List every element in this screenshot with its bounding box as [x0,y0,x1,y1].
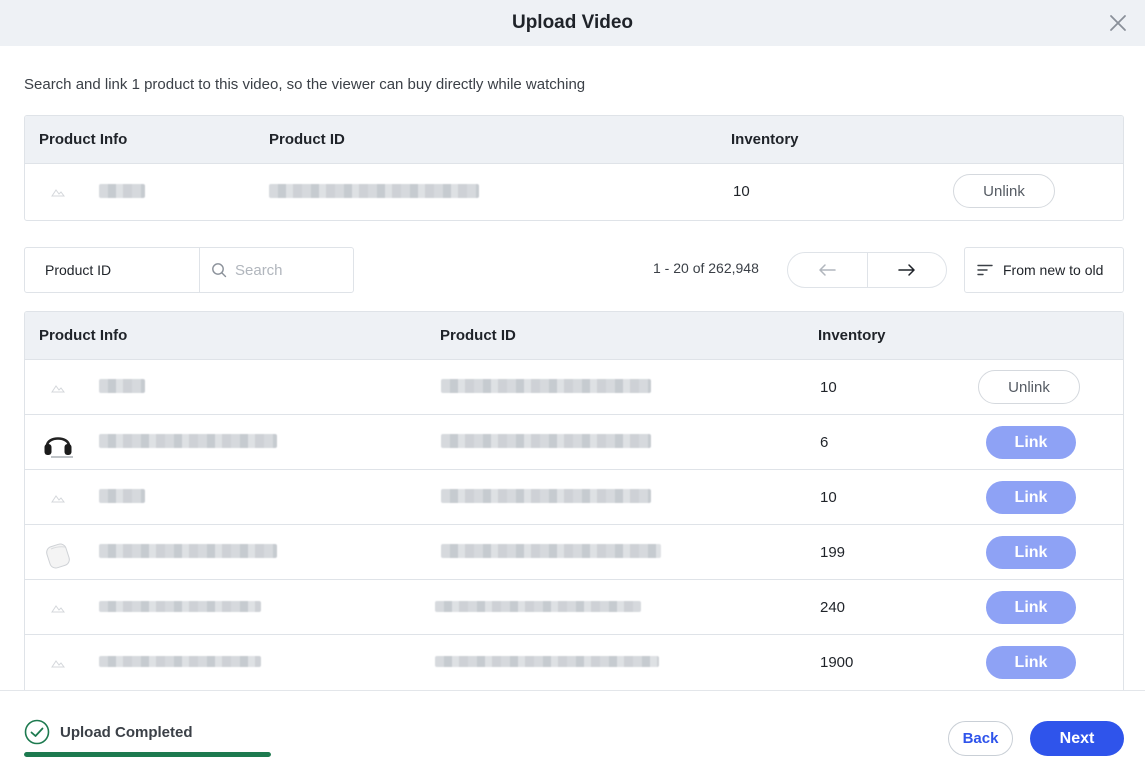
table-row: 240 Link [25,580,1123,635]
product-name-redacted [99,489,145,503]
arrow-right-icon [898,264,915,276]
product-name-redacted [99,544,277,558]
prev-page-button[interactable] [788,253,867,287]
search-icon [212,263,227,278]
modal-footer: Upload Completed Back Next [0,690,1145,775]
link-button[interactable]: Link [986,426,1076,459]
product-name-redacted [99,184,145,198]
table-row: 10 Unlink [25,360,1123,415]
close-icon [1110,15,1126,31]
products-table: Product Info Product ID Inventory 10 Unl… [24,311,1124,701]
search-field[interactable] [200,248,353,292]
link-button[interactable]: Link [986,481,1076,514]
close-button[interactable] [1107,12,1129,34]
inventory-value: 1900 [820,654,854,671]
upload-status: Upload Completed [24,719,193,745]
column-inventory: Inventory [818,327,886,344]
pagination-range: 1 - 20 of 262,948 [653,260,759,276]
earbuds-case-icon [41,536,75,570]
link-button[interactable]: Link [986,536,1076,569]
products-table-header: Product Info Product ID Inventory [25,312,1123,360]
product-name-redacted [99,379,145,393]
filter-field-select[interactable]: Product ID [25,248,200,292]
link-button[interactable]: Link [986,646,1076,679]
link-button[interactable]: Link [986,591,1076,624]
product-name-redacted [99,601,261,612]
arrow-left-icon [819,264,836,276]
product-id-redacted [435,601,641,612]
table-row: 6 Link [25,415,1123,470]
placeholder-icon [41,175,75,209]
linked-products-table: Product Info Product ID Inventory 10 Unl… [24,115,1124,221]
product-id-redacted [441,379,651,393]
pagination [787,252,947,288]
product-id-redacted [269,184,479,198]
product-id-redacted [441,489,651,503]
product-id-redacted [435,656,659,667]
placeholder-icon [41,371,75,405]
inventory-value: 6 [820,433,829,451]
placeholder-icon [41,481,75,515]
placeholder-icon [41,591,75,625]
table-row: 10 Link [25,470,1123,525]
linked-table-header: Product Info Product ID Inventory [25,116,1123,164]
table-row: 199 Link [25,525,1123,580]
inventory-value: 199 [820,543,846,561]
product-name-redacted [99,434,277,448]
back-button[interactable]: Back [948,721,1013,756]
upload-progress-fill [24,752,271,757]
search-filter: Product ID [24,247,354,293]
modal-title: Upload Video [511,12,634,33]
modal-subtitle: Search and link 1 product to this video,… [24,76,586,93]
column-inventory: Inventory [731,131,799,148]
sort-lines-icon [977,264,993,276]
inventory-value: 10 [820,488,837,506]
table-row: 1900 Link [25,635,1123,690]
inventory-value: 10 [733,183,750,200]
headphones-icon [41,426,75,460]
product-name-redacted [99,656,261,667]
next-page-button[interactable] [866,253,947,287]
unlink-button[interactable]: Unlink [953,174,1055,208]
inventory-value: 10 [820,378,837,396]
column-product-id: Product ID [269,131,345,148]
product-id-redacted [441,434,651,448]
next-button[interactable]: Next [1030,721,1124,756]
table-row: 10 Unlink [25,164,1123,219]
sort-dropdown[interactable]: From new to old [964,247,1124,293]
column-product-info: Product Info [39,131,128,148]
search-input[interactable] [235,261,345,279]
unlink-button[interactable]: Unlink [978,370,1080,404]
sort-label: From new to old [1003,262,1104,278]
upload-status-text: Upload Completed [60,723,193,741]
check-circle-icon [24,719,50,745]
modal-header: Upload Video [0,0,1145,46]
column-product-id: Product ID [440,327,516,344]
inventory-value: 240 [820,598,846,616]
column-product-info: Product Info [39,327,128,344]
upload-progress-bar [24,752,271,757]
product-id-redacted [441,544,661,558]
placeholder-icon [41,646,75,680]
